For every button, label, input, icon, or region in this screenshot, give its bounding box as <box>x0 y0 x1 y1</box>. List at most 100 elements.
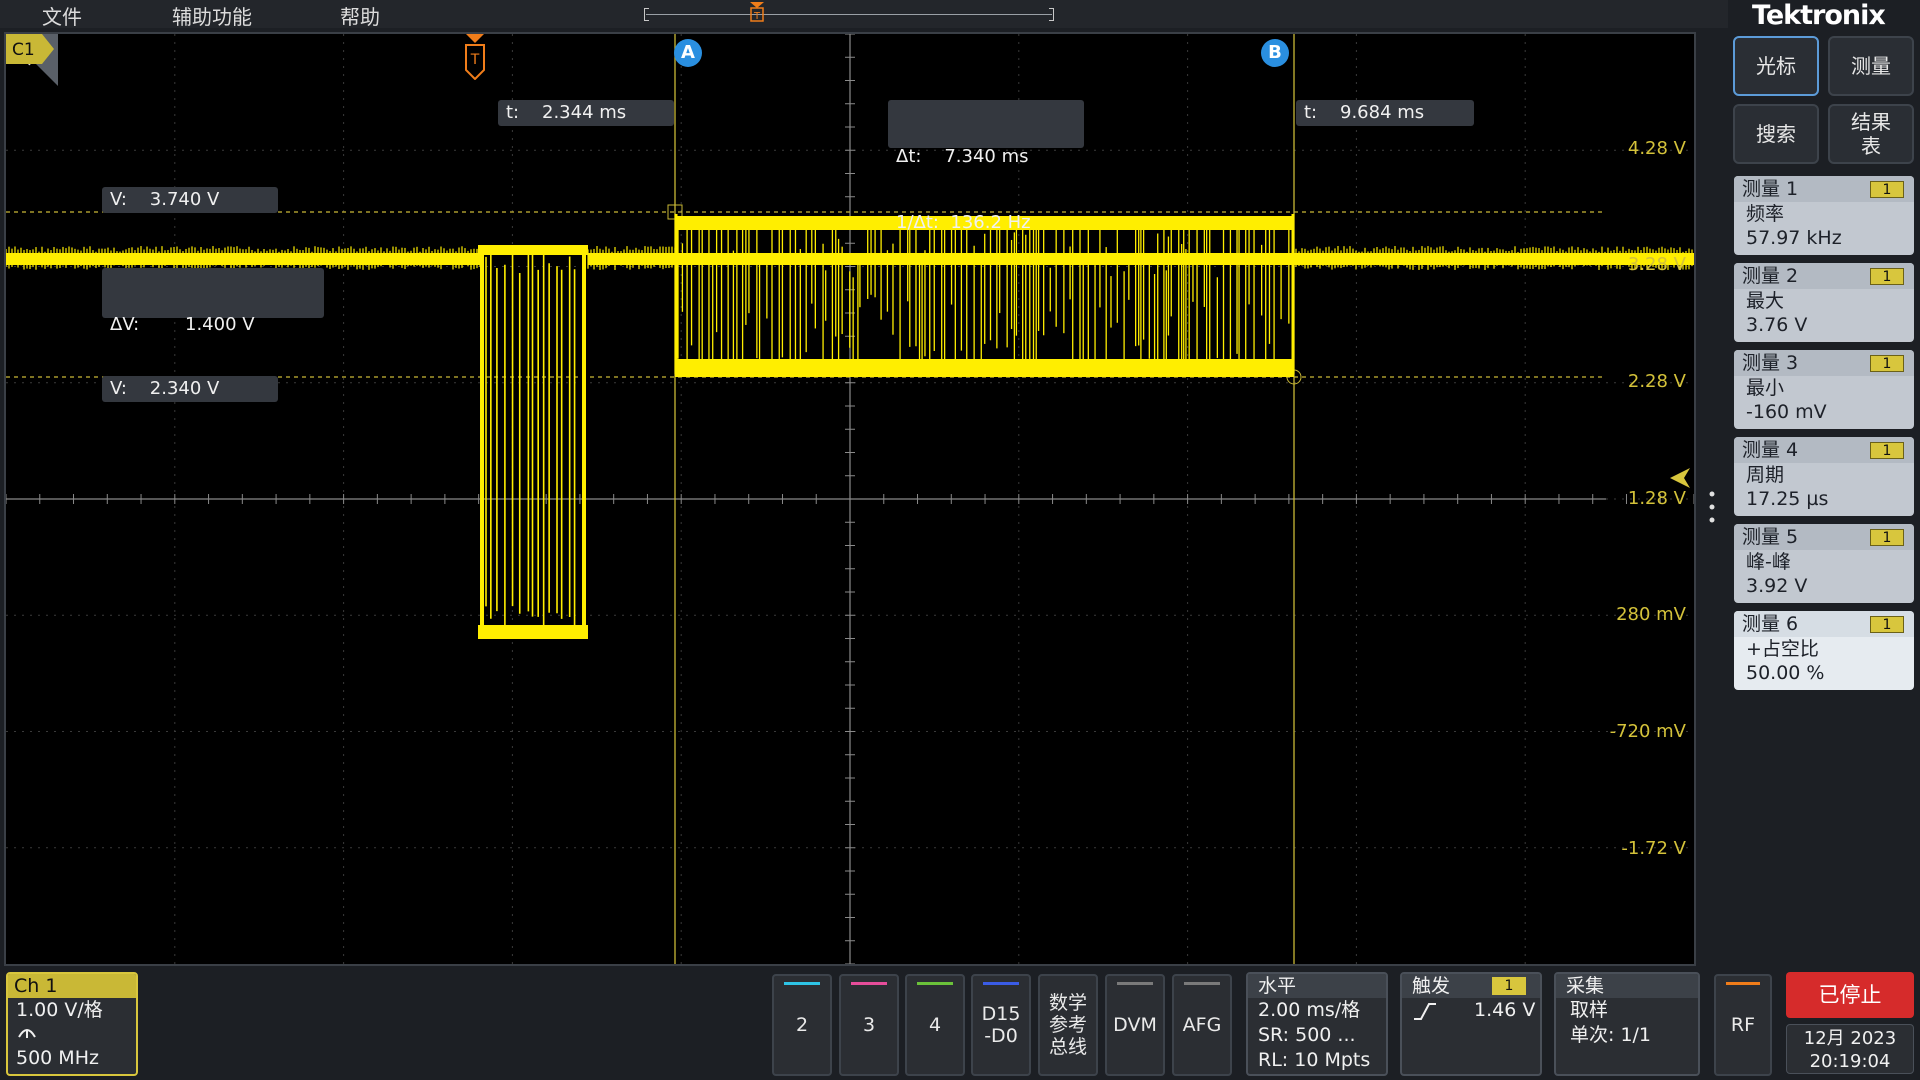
vertical-label: 4.28 V <box>1627 138 1686 159</box>
ch1-scale: 1.00 V/格 <box>16 999 103 1021</box>
vertical-label: 3.28 V <box>1627 254 1686 275</box>
acquisition-badge[interactable]: 采集 取样 单次: 1/1 <box>1554 972 1700 1076</box>
acquisition-mode: 取样 <box>1570 999 1609 1021</box>
cursor-button[interactable]: 光标 <box>1733 36 1819 96</box>
menu-utility[interactable]: 辅助功能 <box>172 1 252 30</box>
channel-button-label: 3 <box>862 1014 876 1036</box>
measurement-badge-5[interactable]: 测量 5 1 峰-峰 3.92 V <box>1734 524 1914 603</box>
settings-bar: Ch 1 1.00 V/格 500 MHz 2 3 4 D15 -D0 数学 参考 总线… <box>0 968 1920 1080</box>
measurement-value: -160 mV <box>1746 401 1827 423</box>
menu-file[interactable]: 文件 <box>42 1 82 30</box>
rising-edge-icon <box>1414 1003 1436 1020</box>
measurement-name: 周期 <box>1746 464 1785 486</box>
waveform-display[interactable]: T A B t: 2.344 ms Δt: 7.340 ms 1/Δt: 136… <box>4 32 1696 966</box>
measurement-source-badge: 1 <box>1870 616 1904 633</box>
ch1-coupling-icon <box>8 1022 136 1046</box>
date-text: 12月 2023 <box>1803 1028 1897 1049</box>
trigger-level: 1.46 V <box>1474 999 1536 1021</box>
acquisition-title: 采集 <box>1556 974 1698 998</box>
delta-v-value: ΔV: 1.400 V <box>110 314 255 335</box>
channel-button-2[interactable]: 3 <box>839 974 899 1076</box>
measurement-source-badge: 1 <box>1870 355 1904 372</box>
cursor-a-time-readout: t: 2.344 ms <box>498 100 674 126</box>
measurement-source-badge: 1 <box>1870 529 1904 546</box>
trigger-position-icon[interactable]: T <box>750 2 764 22</box>
delta-t-value: Δt: 7.340 ms <box>896 146 1029 167</box>
trigger-header: 触发 1 <box>1402 974 1540 998</box>
measurement-name: 频率 <box>1746 203 1785 225</box>
measurement-value: 3.92 V <box>1746 575 1808 597</box>
channel-button-4[interactable]: D15 -D0 <box>971 974 1031 1076</box>
measurement-value: 50.00 % <box>1746 662 1825 684</box>
trigger-time-marker-icon[interactable]: T <box>463 34 487 80</box>
trigger-badge[interactable]: 触发 1 1.46 V <box>1400 972 1542 1076</box>
channel-button-5[interactable]: 数学 参考 总线 <box>1038 974 1098 1076</box>
search-button[interactable]: 搜索 <box>1733 104 1819 164</box>
horizontal-badge[interactable]: 水平 2.00 ms/格 SR: 500 ... RL: 10 Mpts <box>1246 972 1388 1076</box>
channel-button-1[interactable]: 2 <box>772 974 832 1076</box>
trigger-level-arrow-icon[interactable] <box>1670 466 1694 490</box>
rf-button[interactable]: RF <box>1714 974 1772 1076</box>
cursor-a-badge[interactable]: A <box>674 39 702 67</box>
time-text: 20:19:04 <box>1809 1051 1891 1072</box>
measurement-badge-3[interactable]: 测量 3 1 最小 -160 mV <box>1734 350 1914 429</box>
cursor-delta-readout: Δt: 7.340 ms 1/Δt: 136.2 Hz <box>888 100 1084 233</box>
cursor-b-badge[interactable]: B <box>1261 39 1289 67</box>
measurement-name: 最大 <box>1746 290 1785 312</box>
trigger-source-badge: 1 <box>1492 977 1526 995</box>
vertical-label: -1.72 V <box>1621 838 1686 859</box>
ch1-offset-marker-icon[interactable]: C1 <box>6 34 54 64</box>
cursor-delta-v-readout: ΔV: 1.400 V ΔV/Δt: -190.7 V/s <box>102 268 324 401</box>
measurement-name: 峰-峰 <box>1746 551 1791 573</box>
menu-help[interactable]: 帮助 <box>340 1 380 30</box>
channel-button-6[interactable]: DVM <box>1105 974 1165 1076</box>
channel-button-label: D15 -D0 <box>981 1003 1021 1047</box>
menu-bar: 文件 辅助功能 帮助 T <box>0 0 1728 30</box>
horizontal-title: 水平 <box>1248 974 1386 998</box>
channel-button-label: AFG <box>1182 1014 1222 1036</box>
measurement-source-badge: 1 <box>1870 181 1904 198</box>
overview-left-bracket[interactable] <box>644 8 649 21</box>
more-options-icon[interactable] <box>1709 490 1715 524</box>
channel-button-7[interactable]: AFG <box>1172 974 1232 1076</box>
sample-rate: SR: 500 ... <box>1258 1024 1356 1046</box>
cursor-a-voltage-readout: V: 3.740 V <box>102 187 278 213</box>
vertical-label: -720 mV <box>1609 721 1686 742</box>
cursor-b-time-readout: t: 9.684 ms <box>1296 100 1474 126</box>
measurement-badge-1[interactable]: 测量 1 1 频率 57.97 kHz <box>1734 176 1914 255</box>
date-time: 12月 2023 20:19:04 <box>1786 1024 1914 1074</box>
results-table-button[interactable]: 结果 表 <box>1828 104 1914 164</box>
vertical-label: 1.28 V <box>1627 488 1686 509</box>
ch1-bandwidth: 500 MHz <box>16 1047 99 1069</box>
ch1-waveform-trace <box>6 214 1694 639</box>
ch1-badge[interactable]: Ch 1 1.00 V/格 500 MHz <box>6 972 138 1076</box>
trigger-level-row: 1.46 V <box>1402 998 1540 1023</box>
run-stop-button[interactable]: 已停止 <box>1786 972 1914 1018</box>
channel-button-label: 2 <box>795 1014 809 1036</box>
measurement-value: 3.76 V <box>1746 314 1808 336</box>
inverse-delta-t-value: 1/Δt: 136.2 Hz <box>896 212 1031 233</box>
overview-right-bracket[interactable] <box>1049 8 1054 21</box>
rf-label: RF <box>1730 1014 1756 1036</box>
channel-button-label: DVM <box>1113 1014 1157 1036</box>
record-length: RL: 10 Mpts <box>1258 1049 1371 1071</box>
measurement-value: 57.97 kHz <box>1746 227 1842 249</box>
acquisition-count: 单次: 1/1 <box>1570 1024 1652 1046</box>
measure-button[interactable]: 测量 <box>1828 36 1914 96</box>
overview-track <box>646 14 1052 15</box>
horizontal-scale: 2.00 ms/格 <box>1258 999 1361 1021</box>
channel-button-3[interactable]: 4 <box>905 974 965 1076</box>
channel-button-label: 4 <box>928 1014 942 1036</box>
brand-logo: Tektronix <box>1752 0 1886 31</box>
channel-button-label: 数学 参考 总线 <box>1048 992 1087 1058</box>
vertical-label: 280 mV <box>1616 604 1686 625</box>
measurement-badge-6[interactable]: 测量 6 1 +占空比 50.00 % <box>1734 611 1914 690</box>
measurement-badge-2[interactable]: 测量 2 1 最大 3.76 V <box>1734 263 1914 342</box>
measurement-badge-4[interactable]: 测量 4 1 周期 17.25 µs <box>1734 437 1914 516</box>
vertical-label: 2.28 V <box>1627 371 1686 392</box>
measurement-value: 17.25 µs <box>1746 488 1829 510</box>
trigger-marker-label: T <box>470 52 480 68</box>
trigger-marker-text: T <box>753 11 761 22</box>
waveform-overview-navigator[interactable]: T <box>644 2 1054 22</box>
trigger-title: 触发 <box>1412 975 1451 997</box>
